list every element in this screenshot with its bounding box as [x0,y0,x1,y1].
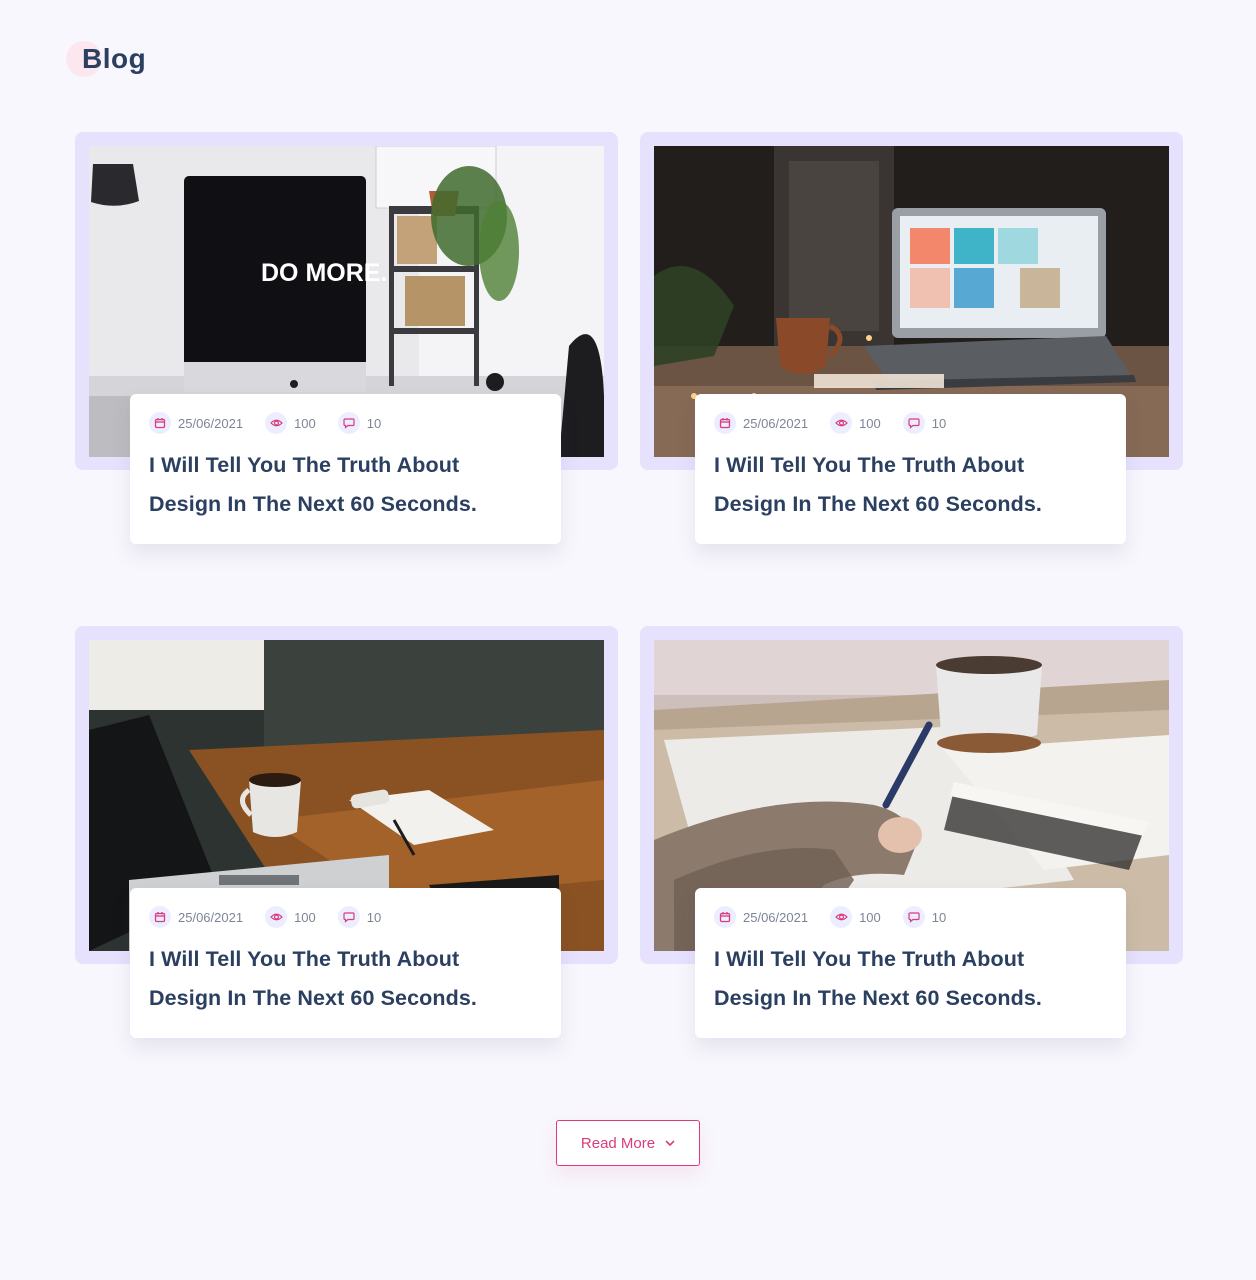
comment-icon [337,906,360,928]
calendar-icon [149,906,171,928]
post-title-line2: Design In The Next 60 Seconds. [714,492,1042,516]
post-views: 100 [294,415,316,431]
post-comments: 10 [366,909,382,925]
eye-icon [830,412,853,434]
meta-comments: 10 [337,906,382,928]
post-date: 25/06/2021 [178,909,244,925]
post-views: 100 [859,909,881,925]
post-title[interactable]: I Will Tell You The Truth About Design I… [149,446,542,524]
monitor-slogan: DO MORE. [261,259,387,287]
meta-date: 25/06/2021 [149,906,243,928]
post-title[interactable]: I Will Tell You The Truth About Design I… [714,446,1107,524]
read-more-button[interactable]: Read More [556,1120,700,1166]
meta-comments: 10 [902,906,947,928]
post-title-line1: I Will Tell You The Truth About [714,947,1025,971]
blog-card[interactable]: DO MORE. 25/06/2021 100 10 I Will Tell Y… [75,132,618,544]
blog-header: Blog [66,40,146,78]
blog-card[interactable]: 25/06/2021 100 10 I Will Tell You The Tr… [75,626,618,1038]
post-title[interactable]: I Will Tell You The Truth About Design I… [149,940,542,1018]
eye-icon [830,906,853,928]
chevron-down-icon [665,1140,675,1147]
post-date: 25/06/2021 [178,415,244,431]
card-meta: 25/06/2021 100 10 [149,906,542,928]
post-views: 100 [294,909,316,925]
meta-date: 25/06/2021 [149,412,243,434]
post-comments: 10 [366,415,382,431]
post-title-line1: I Will Tell You The Truth About [714,453,1025,477]
post-date: 25/06/2021 [743,415,809,431]
post-title-line1: I Will Tell You The Truth About [149,453,460,477]
meta-date: 25/06/2021 [714,412,808,434]
calendar-icon [149,412,171,434]
post-title-line1: I Will Tell You The Truth About [149,947,460,971]
eye-icon [265,906,288,928]
meta-date: 25/06/2021 [714,906,808,928]
comment-icon [902,906,925,928]
meta-views: 100 [265,906,316,928]
post-title[interactable]: I Will Tell You The Truth About Design I… [714,940,1107,1018]
post-title-line2: Design In The Next 60 Seconds. [149,986,477,1010]
comment-icon [337,412,360,434]
page-title: Blog [82,43,147,74]
meta-comments: 10 [902,412,947,434]
meta-comments: 10 [337,412,382,434]
post-views: 100 [859,415,881,431]
post-comments: 10 [931,909,947,925]
post-date: 25/06/2021 [743,909,809,925]
card-info: 25/06/2021 100 10 I Will Tell You The Tr… [695,888,1126,1038]
comment-icon [902,412,925,434]
meta-views: 100 [830,412,881,434]
card-meta: 25/06/2021 100 10 [714,906,1107,928]
read-more-label: Read More [580,1134,656,1152]
meta-views: 100 [830,906,881,928]
card-info: 25/06/2021 100 10 I Will Tell You The Tr… [130,394,561,544]
blog-card[interactable]: 25/06/2021 100 10 I Will Tell You The Tr… [640,626,1183,1038]
calendar-icon [714,906,736,928]
card-info: 25/06/2021 100 10 I Will Tell You The Tr… [130,888,561,1038]
eye-icon [265,412,288,434]
card-meta: 25/06/2021 100 10 [149,412,542,434]
card-meta: 25/06/2021 100 10 [714,412,1107,434]
post-title-line2: Design In The Next 60 Seconds. [149,492,477,516]
meta-views: 100 [265,412,316,434]
blog-card[interactable]: 25/06/2021 100 10 I Will Tell You The Tr… [640,132,1183,544]
post-title-line2: Design In The Next 60 Seconds. [714,986,1042,1010]
post-comments: 10 [931,415,947,431]
card-info: 25/06/2021 100 10 I Will Tell You The Tr… [695,394,1126,544]
calendar-icon [714,412,736,434]
